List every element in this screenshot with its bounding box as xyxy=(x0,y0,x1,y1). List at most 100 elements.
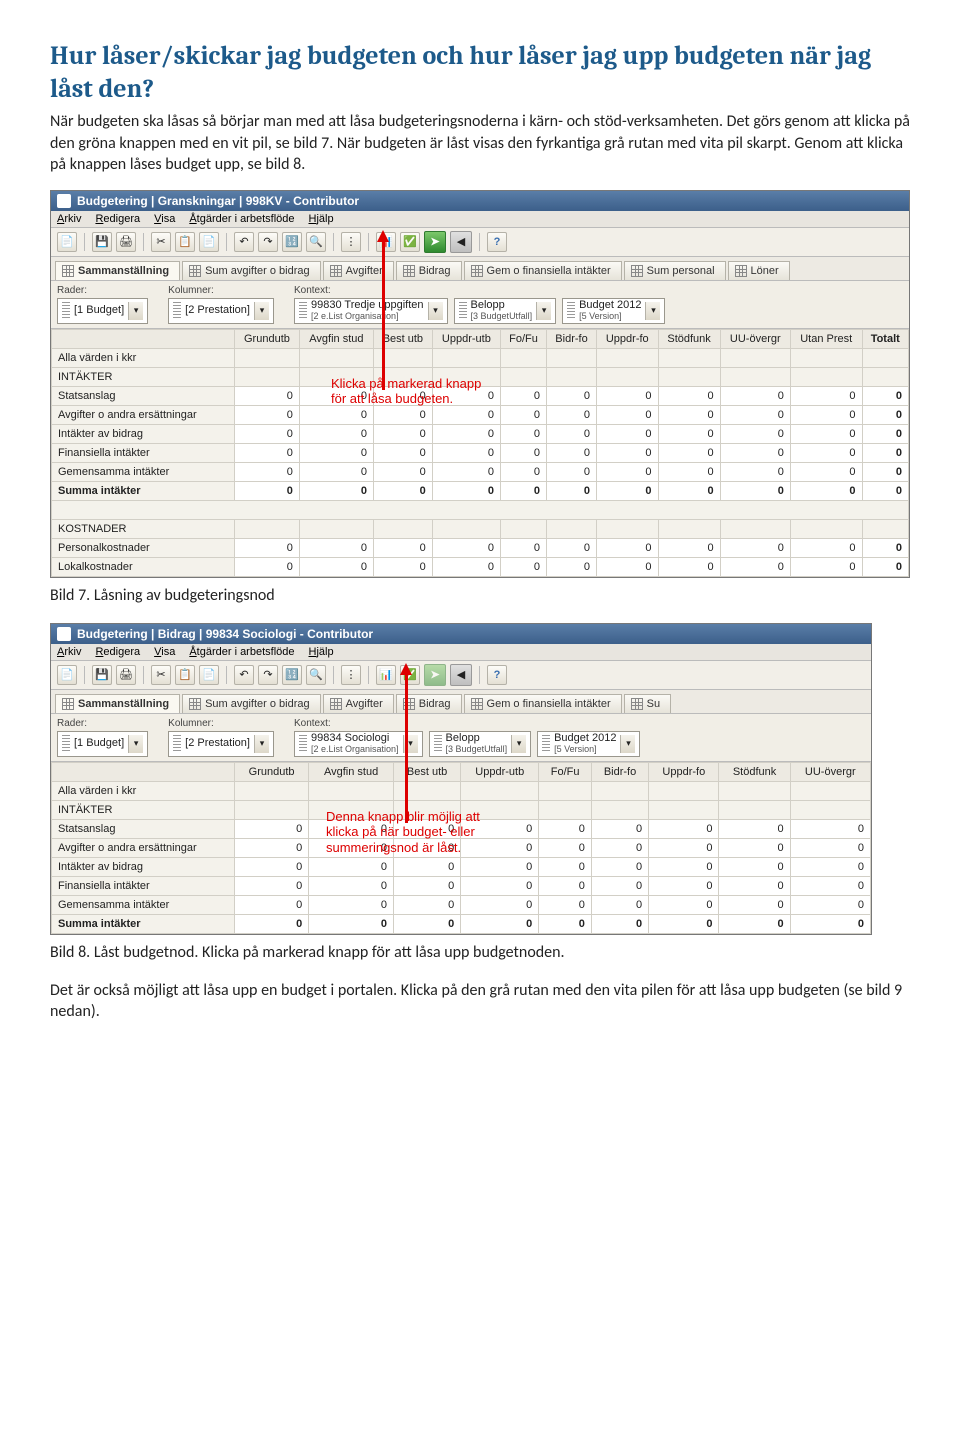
cell: 0 xyxy=(658,538,720,557)
cell: 0 xyxy=(862,481,909,500)
cell: 0 xyxy=(862,405,909,424)
tab[interactable]: Sum personal xyxy=(624,261,726,280)
cut-icon[interactable]: ✂ xyxy=(151,232,171,252)
menu-item[interactable]: Hjälp xyxy=(309,213,334,225)
cell: 0 xyxy=(658,462,720,481)
cell: 0 xyxy=(591,895,648,914)
tab[interactable]: Avgifter xyxy=(323,261,394,280)
paste-icon[interactable]: 📄 xyxy=(199,232,219,252)
undo-icon[interactable]: ↶ xyxy=(234,665,254,685)
cell: 0 xyxy=(299,443,373,462)
column-header: UU-övergr xyxy=(790,762,870,781)
cell: 0 xyxy=(597,462,658,481)
rader-selector[interactable]: [1 Budget]▾ xyxy=(57,731,148,757)
tab[interactable]: Su xyxy=(624,694,671,713)
kolumner-label: Kolumner: xyxy=(168,285,274,296)
cell: 0 xyxy=(299,424,373,443)
grid-icon xyxy=(330,265,342,277)
cell: 0 xyxy=(720,557,790,576)
cell: 0 xyxy=(235,405,300,424)
kolumner-selector[interactable]: [2 Prestation]▾ xyxy=(168,731,274,757)
toolbar-btn[interactable]: 🔢 xyxy=(282,232,302,252)
unlock-budget-button[interactable]: ◀ xyxy=(450,231,472,253)
toolbar: 📄 💾 🖨 ✂ 📋 📄 ↶ ↷ 🔢 🔍 ⋮ 📊 ✅ ➤ ◀ ? xyxy=(51,228,909,257)
rader-selector[interactable]: [1 Budget]▾ xyxy=(57,298,148,324)
cell: 0 xyxy=(658,481,720,500)
tab[interactable]: Bidrag xyxy=(396,694,462,713)
toolbar-btn[interactable]: ⋮ xyxy=(341,232,361,252)
version-selector[interactable]: Budget 2012[5 Version] ▾ xyxy=(562,298,665,324)
menu-item[interactable]: Visa xyxy=(154,213,175,225)
copy-icon[interactable]: 📋 xyxy=(175,232,195,252)
cell: 0 xyxy=(658,405,720,424)
cell: 0 xyxy=(597,538,658,557)
cell: 0 xyxy=(501,405,547,424)
toolbar-btn[interactable]: 🔍 xyxy=(306,232,326,252)
tab[interactable]: Bidrag xyxy=(396,261,462,280)
version-selector[interactable]: Budget 2012[5 Version]▾ xyxy=(537,731,640,757)
belopp-selector[interactable]: Belopp[3 BudgetUtfall] ▾ xyxy=(454,298,557,324)
redo-icon[interactable]: ↷ xyxy=(258,232,278,252)
row-header: Statsanslag xyxy=(52,819,235,838)
cell: 0 xyxy=(373,481,432,500)
toolbar-btn[interactable]: 🔍 xyxy=(306,665,326,685)
save-icon[interactable]: 💾 xyxy=(92,232,112,252)
menu-item[interactable]: Redigera xyxy=(95,646,140,658)
kontext-selector[interactable]: 99830 Tredje uppgiften[2 e.List Organisa… xyxy=(294,298,448,324)
tab[interactable]: Sum avgifter o bidrag xyxy=(182,694,321,713)
app-icon xyxy=(57,194,71,208)
tab[interactable]: Sammanställning xyxy=(55,694,180,713)
paste-icon[interactable]: 📄 xyxy=(199,665,219,685)
menu-item[interactable]: Redigera xyxy=(95,213,140,225)
toolbar-btn[interactable]: 🔢 xyxy=(282,665,302,685)
copy-icon[interactable]: 📋 xyxy=(175,665,195,685)
toolbar-btn[interactable]: 📊 xyxy=(376,232,396,252)
help-icon[interactable]: ? xyxy=(487,232,507,252)
belopp-selector[interactable]: Belopp[3 BudgetUtfall]▾ xyxy=(429,731,532,757)
cut-icon[interactable]: ✂ xyxy=(151,665,171,685)
toolbar-btn[interactable]: 📄 xyxy=(57,232,77,252)
cell: 0 xyxy=(658,424,720,443)
kolumner-selector[interactable]: [2 Prestation]▾ xyxy=(168,298,274,324)
print-icon[interactable]: 🖨 xyxy=(116,232,136,252)
cell: 0 xyxy=(597,386,658,405)
grid-icon xyxy=(189,265,201,277)
check-icon[interactable]: ✅ xyxy=(400,665,420,685)
save-icon[interactable]: 💾 xyxy=(92,665,112,685)
toolbar-btn[interactable]: 📄 xyxy=(57,665,77,685)
undo-icon[interactable]: ↶ xyxy=(234,232,254,252)
tab[interactable]: Sum avgifter o bidrag xyxy=(182,261,321,280)
cell: 0 xyxy=(432,462,500,481)
screenshot-bild8: Budgetering | Bidrag | 99834 Sociologi -… xyxy=(50,623,872,935)
menu-item[interactable]: Hjälp xyxy=(309,646,334,658)
menu-item[interactable]: Visa xyxy=(154,646,175,658)
toolbar-btn[interactable]: 📊 xyxy=(376,665,396,685)
menubar: Arkiv Redigera Visa Åtgärder i arbetsflöde H… xyxy=(51,211,909,228)
cell: 0 xyxy=(591,876,648,895)
tab[interactable]: Gem o finansiella intäkter xyxy=(464,261,622,280)
menu-item[interactable]: Åtgärder i arbetsflöde xyxy=(189,213,294,225)
help-icon[interactable]: ? xyxy=(487,665,507,685)
redo-icon[interactable]: ↷ xyxy=(258,665,278,685)
print-icon[interactable]: 🖨 xyxy=(116,665,136,685)
column-header: Stödfunk xyxy=(658,329,720,348)
tab[interactable]: Gem o finansiella intäkter xyxy=(464,694,622,713)
cell: 0 xyxy=(539,819,592,838)
unlock-budget-button[interactable]: ◀ xyxy=(450,664,472,686)
tab[interactable]: Avgifter xyxy=(323,694,394,713)
tab[interactable]: Sammanställning xyxy=(55,261,180,280)
row-header: Intäkter av bidrag xyxy=(52,424,235,443)
row-header: Summa intäkter xyxy=(52,481,235,500)
menu-item[interactable]: Arkiv xyxy=(57,213,81,225)
cell: 0 xyxy=(546,462,596,481)
check-icon[interactable]: ✅ xyxy=(400,232,420,252)
toolbar-btn[interactable]: ⋮ xyxy=(341,665,361,685)
menu-item[interactable]: Arkiv xyxy=(57,646,81,658)
cell: 0 xyxy=(790,481,862,500)
menu-item[interactable]: Åtgärder i arbetsflöde xyxy=(189,646,294,658)
tab[interactable]: Löner xyxy=(728,261,790,280)
row-header: Gemensamma intäkter xyxy=(52,462,235,481)
lock-budget-button[interactable]: ➤ xyxy=(424,231,446,253)
cell: 0 xyxy=(658,386,720,405)
kontext-selector[interactable]: 99834 Sociologi[2 e.List Organisation]▾ xyxy=(294,731,423,757)
